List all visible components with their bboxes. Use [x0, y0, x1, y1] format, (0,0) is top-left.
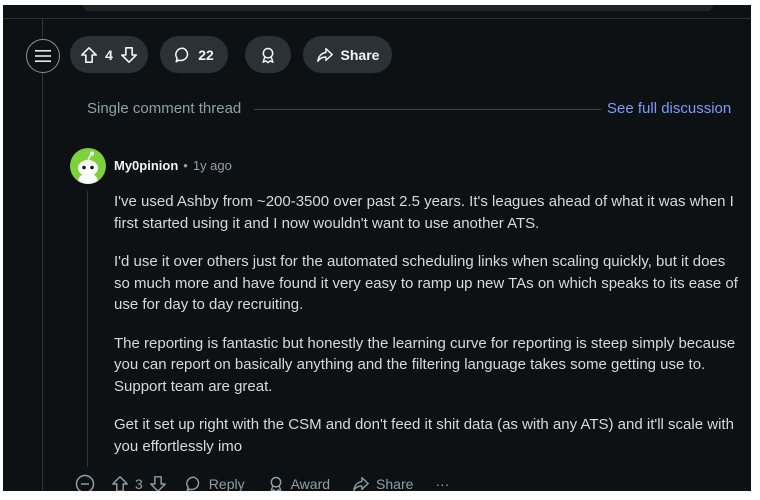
collapse-button[interactable]	[75, 474, 95, 491]
vote-count: 4	[105, 46, 113, 63]
comment-paragraph: Get it set up right with the CSM and don…	[114, 416, 734, 455]
upvote-button[interactable]	[80, 46, 98, 64]
award-icon	[262, 47, 274, 63]
reply-button[interactable]: Reply	[185, 475, 245, 491]
comment-meta: My0pinion • 1y ago	[114, 158, 232, 173]
award-label: Award	[290, 476, 331, 491]
comment-vote-count: 3	[135, 476, 143, 491]
share-label: Share	[376, 476, 414, 491]
thread-separator	[254, 109, 601, 110]
menu-button[interactable]	[26, 39, 60, 73]
share-arrow-icon	[316, 47, 333, 62]
reply-bubble-icon	[185, 476, 200, 491]
post-card-edge	[83, 5, 713, 11]
author-name[interactable]: My0pinion	[114, 158, 178, 173]
comment-bubble-icon	[175, 46, 189, 63]
comment-paragraph: I've used Ashby from ~200-3500 over past…	[114, 193, 734, 232]
award-button[interactable]	[245, 36, 291, 73]
snoo-avatar-icon	[78, 151, 98, 184]
share-arrow-icon	[353, 477, 369, 491]
vote-pill: 4	[70, 36, 148, 73]
reddit-comment-view: 4 22 Share Single comment thread See ful…	[3, 5, 751, 491]
upvote-arrow-icon	[112, 476, 128, 491]
hamburger-icon	[35, 50, 51, 62]
comment-count: 22	[198, 46, 214, 63]
comment-body: I've used Ashby from ~200-3500 over past…	[114, 191, 742, 474]
more-options-button[interactable]: ···	[435, 476, 449, 491]
avatar[interactable]	[70, 148, 106, 184]
share-button[interactable]: Share	[303, 36, 392, 73]
comment-actions: 3 Reply Award Share ···	[75, 472, 471, 491]
reply-label: Reply	[208, 476, 245, 491]
downvote-button[interactable]	[120, 46, 138, 64]
comment-paragraph: I'd use it over others just for the auto…	[114, 253, 738, 313]
comment-thread-line[interactable]	[87, 191, 88, 467]
award-icon	[270, 476, 282, 491]
share-label: Share	[340, 46, 380, 63]
meta-separator: •	[183, 158, 188, 173]
see-full-discussion-link[interactable]: See full discussion	[607, 100, 731, 117]
thread-label: Single comment thread	[87, 100, 242, 117]
comment-paragraph: The reporting is fantastic but honestly …	[114, 334, 736, 395]
upvote-arrow-icon	[80, 46, 98, 63]
divider	[3, 18, 751, 19]
thread-line	[42, 19, 43, 491]
comment-downvote-button[interactable]	[149, 475, 167, 491]
comments-button[interactable]: 22	[160, 36, 228, 73]
share-comment-button[interactable]: Share	[352, 475, 413, 491]
comment-age[interactable]: 1y ago	[193, 158, 232, 173]
downvote-arrow-icon	[149, 476, 166, 491]
collapse-minus-icon	[75, 474, 95, 491]
downvote-arrow-icon	[120, 46, 137, 63]
comment-upvote-button[interactable]	[111, 475, 129, 491]
award-comment-button[interactable]: Award	[267, 475, 330, 491]
